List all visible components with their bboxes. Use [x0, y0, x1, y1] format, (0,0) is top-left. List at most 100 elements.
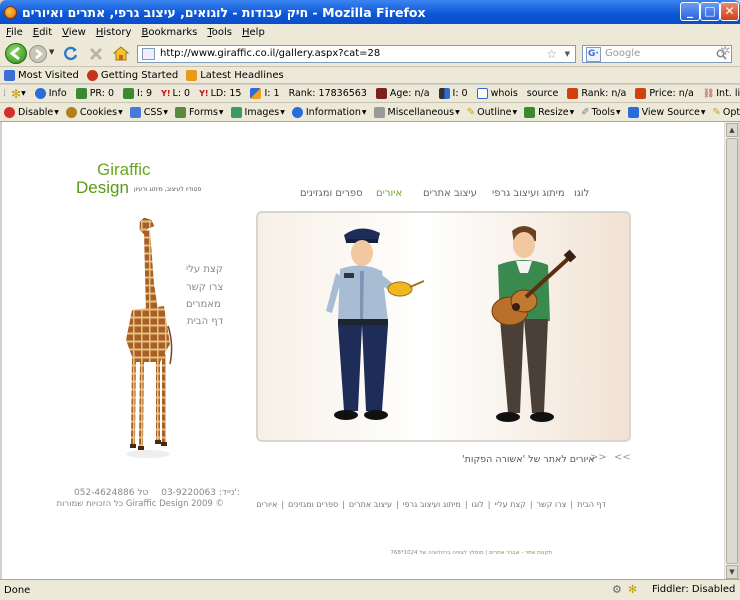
cookie-icon [65, 106, 77, 118]
seo-price[interactable]: Price: n/a [635, 88, 694, 99]
seo-label: I: 9 [137, 88, 153, 99]
disable-icon [4, 106, 15, 118]
bookmark-most-visited[interactable]: Most Visited [4, 69, 79, 81]
credit-terms-link[interactable]: תקנות אתר - אבניר אתרים [489, 550, 552, 556]
seo-msn-index[interactable]: I: 1 [250, 88, 280, 99]
footer-links: דף הבית | צרו קשר | קצת עליי | לוגו | מיתוג … [256, 500, 606, 512]
footer-link-logo[interactable]: לוגו [472, 500, 484, 512]
menu-bookmarks[interactable]: Bookmarks [141, 27, 197, 38]
address-text: http://www.giraffic.co.il/gallery.aspx?c… [160, 48, 381, 59]
gallery-image [256, 211, 631, 442]
reload-icon[interactable] [63, 46, 79, 62]
stop-icon[interactable] [88, 46, 104, 62]
minimize-button[interactable]: _ [680, 2, 700, 21]
seo-age[interactable]: Age: n/a [375, 88, 430, 99]
seo-info[interactable]: Info [34, 88, 67, 99]
home-icon[interactable] [112, 45, 130, 62]
seo-int-links[interactable]: ⛓Int. links: 9 [703, 88, 740, 99]
dev-menu-label: CSS [143, 106, 163, 118]
page-favicon-icon [142, 48, 155, 60]
seo-rank[interactable]: Rank: 17836563 [289, 88, 367, 99]
menu-view[interactable]: View [62, 27, 86, 38]
resize-icon [524, 106, 536, 118]
dmoz-icon [438, 88, 450, 99]
url-dropdown-icon[interactable]: ▼ [565, 46, 570, 62]
dev-disable-menu[interactable]: Disable ▼ [4, 106, 59, 118]
nav-web-design[interactable]: עיצוב אתרים [423, 188, 477, 199]
dev-view-source-menu[interactable]: View Source ▼ [627, 106, 705, 118]
nav-logo[interactable]: לוגו [574, 188, 589, 199]
nav-branding[interactable]: מיתוג ועיצוב גרפי [492, 188, 565, 199]
dev-images-menu[interactable]: Images ▼ [230, 106, 285, 118]
menu-history[interactable]: History [96, 27, 132, 38]
seo-source[interactable]: source [527, 88, 559, 99]
dev-menu-label: Resize [538, 106, 569, 118]
footer-link-home[interactable]: דף הבית [577, 500, 606, 512]
mobile-number: 052-4624886 [74, 488, 135, 498]
seo-alexa-rank[interactable]: Rank: n/a [567, 88, 626, 99]
footer-link-contact[interactable]: צרו קשר [537, 500, 567, 512]
address-bar[interactable]: http://www.giraffic.co.il/gallery.aspx?c… [137, 45, 576, 63]
security-icon[interactable]: ⚙ [612, 583, 622, 596]
seo-whois[interactable]: whois [476, 88, 518, 99]
dev-tools-menu[interactable]: ✐ Tools ▼ [581, 107, 620, 118]
dev-misc-menu[interactable]: Miscellaneous ▼ [373, 106, 460, 118]
gallery-prev-button[interactable]: << [614, 452, 631, 463]
history-dropdown-icon[interactable]: ▼ [49, 48, 54, 56]
bookmarks-toolbar: Most Visited Getting Started Latest Head… [0, 67, 740, 84]
footer-link-illustrations[interactable]: איורים [256, 500, 277, 512]
menu-help[interactable]: Help [242, 27, 265, 38]
seo-label: LD: 15 [210, 88, 242, 99]
side-home[interactable]: דף הבית [187, 316, 223, 327]
bookmark-latest-headlines[interactable]: Latest Headlines [186, 69, 284, 81]
scroll-up-button[interactable]: ▲ [726, 123, 738, 137]
side-about[interactable]: קצת עלי [186, 264, 223, 275]
dev-css-menu[interactable]: CSS ▼ [129, 106, 168, 118]
scroll-thumb[interactable] [726, 138, 738, 564]
dev-forms-menu[interactable]: Forms ▼ [175, 106, 224, 118]
contact-info: 052-4624886 נייד: 03-9220063 טל': [74, 488, 240, 498]
dev-menu-label: Forms [189, 106, 218, 118]
seo-yahoo-links[interactable]: Y! L: 0 [161, 88, 190, 99]
google-icon [123, 88, 135, 99]
fiddler-icon[interactable]: ✻ [628, 583, 637, 596]
seo-label: source [526, 88, 559, 99]
dev-options-menu[interactable]: ✎Options▼ [712, 107, 740, 118]
close-button[interactable]: ✕ [720, 2, 739, 21]
fiddler-status[interactable]: Fiddler: Disabled [652, 584, 735, 595]
bookmark-getting-started[interactable]: Getting Started [86, 69, 178, 81]
dev-information-menu[interactable]: Information ▼ [291, 106, 367, 118]
seo-label: Info [48, 88, 67, 99]
search-box[interactable]: G· Google [582, 45, 732, 63]
menu-file[interactable]: File [6, 27, 23, 38]
footer-link-web-design[interactable]: עיצוב אתרים [349, 500, 392, 512]
outline-icon: ✎ [466, 106, 476, 118]
footer-link-branding[interactable]: מיתוג ועיצוב גרפי [403, 500, 461, 512]
seo-dmoz[interactable]: I: 0 [438, 88, 468, 99]
maximize-button[interactable]: □ [700, 2, 720, 21]
footer-link-books[interactable]: ספרים ומגזינים [288, 500, 338, 512]
side-contact[interactable]: צרו קשר [186, 282, 223, 293]
search-engine-icon[interactable]: G· [586, 47, 601, 62]
bookmark-star-icon[interactable]: ☆ [546, 46, 557, 62]
dev-resize-menu[interactable]: Resize ▼ [524, 106, 574, 118]
nav-illustrations[interactable]: איורים [376, 188, 402, 199]
dev-outline-menu[interactable]: ✎ Outline ▼ [467, 107, 517, 118]
firefox-icon [86, 69, 98, 81]
seo-settings-button[interactable]: ✻ ▼ [11, 87, 26, 101]
menu-tools[interactable]: Tools [207, 27, 232, 38]
nav-books[interactable]: ספרים ומגזינים [300, 188, 363, 199]
site-logo[interactable]: Giraffic Design סטודיו לעיצוב, מיתוג ורע… [76, 160, 226, 202]
side-articles[interactable]: מאמרים [186, 299, 221, 310]
vertical-scrollbar[interactable]: ▲ ▼ [724, 122, 738, 579]
menu-edit[interactable]: Edit [33, 27, 52, 38]
seo-pagerank[interactable]: PR: 0 [75, 88, 114, 99]
seo-yahoo-ld[interactable]: Y! LD: 15 [199, 88, 241, 99]
footer-link-about[interactable]: קצת עליי [494, 500, 525, 512]
seo-google-index[interactable]: I: 9 [123, 88, 152, 99]
dev-cookies-menu[interactable]: Cookies ▼ [65, 106, 123, 118]
back-button[interactable] [5, 43, 27, 64]
scroll-down-button[interactable]: ▼ [726, 565, 738, 579]
price-icon [635, 88, 647, 99]
forward-button[interactable] [29, 45, 47, 63]
